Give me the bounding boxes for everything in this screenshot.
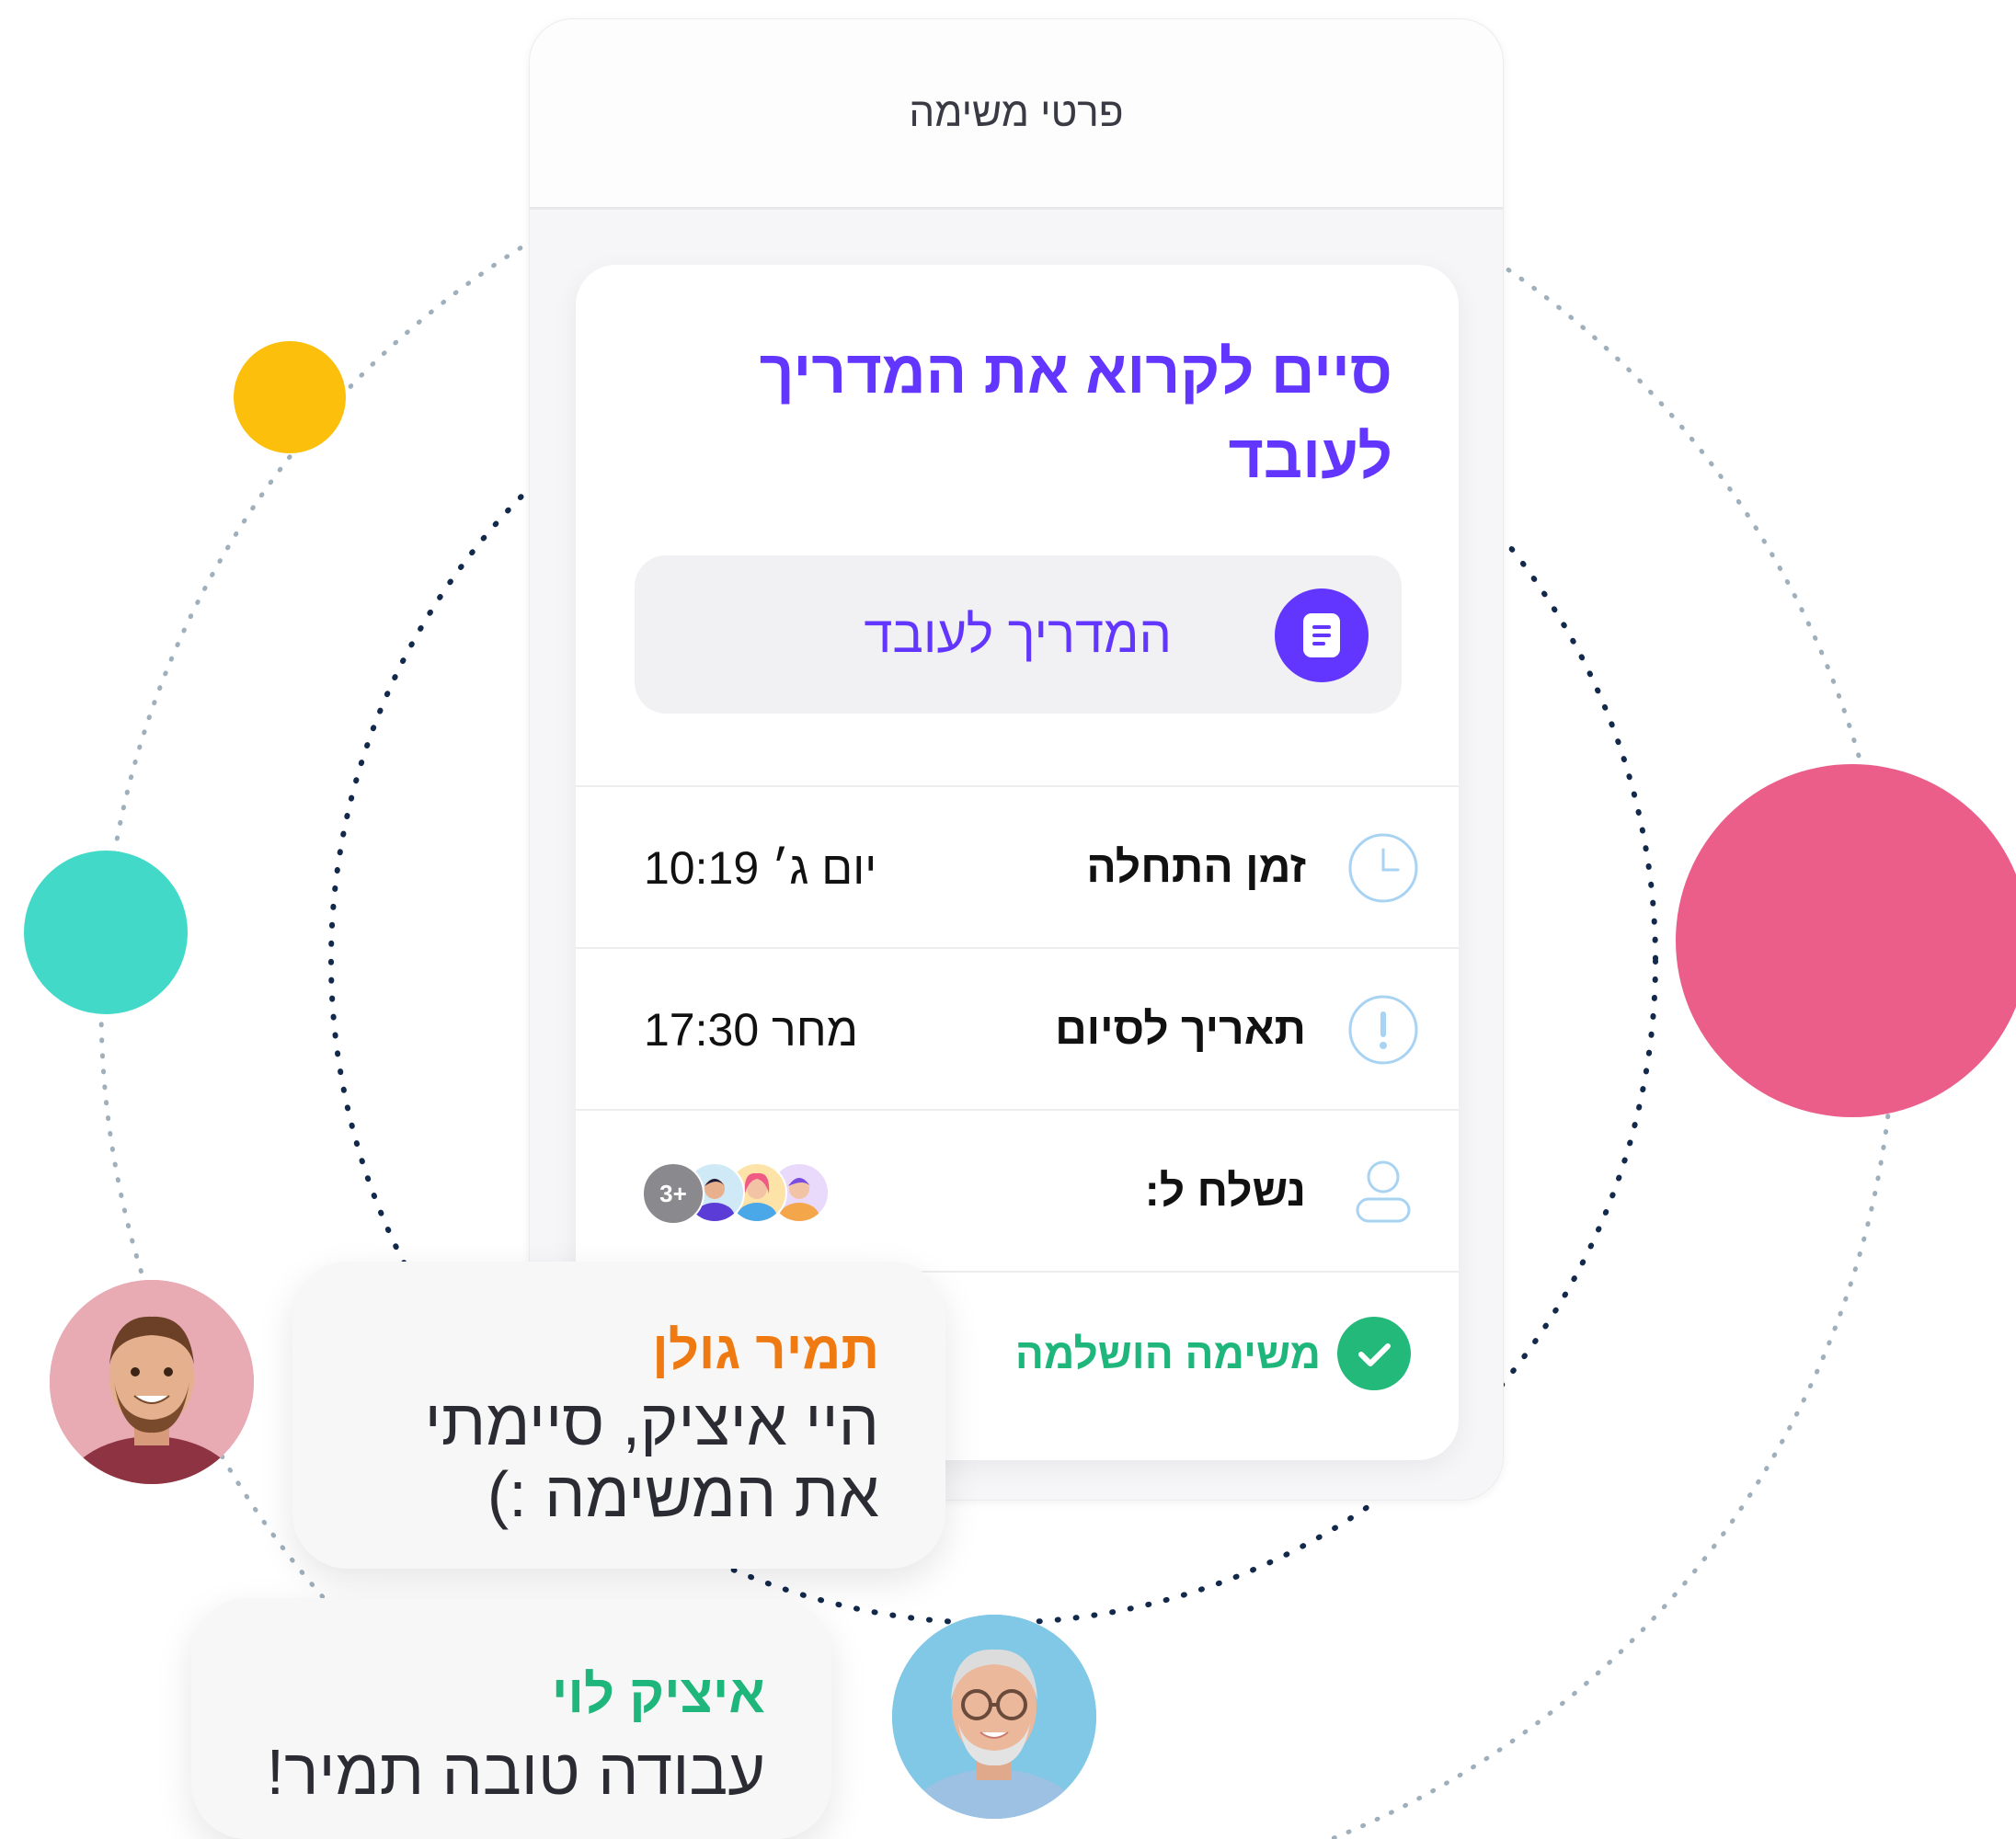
avatar-itzik	[892, 1615, 1096, 1819]
chat-bubble-tamir: תמיר גולן היי איציק, סיימתי את המשימה :)	[292, 1262, 945, 1569]
yellow-dot	[234, 341, 346, 453]
pink-dot	[1676, 764, 2016, 1117]
task-completed-label: משימה הושלמה	[1014, 1330, 1321, 1377]
start-time-row: זמן התחלה יום ג׳ 10:19	[576, 785, 1459, 949]
document-icon	[1275, 588, 1369, 682]
start-time-value: יום ג׳ 10:19	[644, 842, 877, 894]
due-date-value: מחר 17:30	[644, 1004, 858, 1056]
avatar-tamir	[50, 1280, 254, 1484]
clock-icon	[1346, 831, 1420, 905]
more-recipients-badge: 3+	[642, 1162, 704, 1225]
start-time-label: זמן התחלה	[1086, 843, 1306, 892]
due-date-label: תאריך לסיום	[1055, 1005, 1306, 1054]
sent-to-label: נשלח ל:	[1144, 1167, 1306, 1216]
task-title: סיים לקרוא את המדריך לעובד	[759, 337, 1392, 490]
chat-message-text: היי איציק, סיימתי את המשימה :)	[424, 1387, 879, 1530]
chat-message-text: עבודה טובה תמיר!	[266, 1736, 765, 1808]
check-icon	[1337, 1317, 1411, 1390]
recipients-avatars[interactable]: 3+	[642, 1162, 835, 1225]
chat-sender-name: איציק לוי	[551, 1664, 765, 1724]
alert-icon	[1346, 993, 1420, 1067]
chat-bubble-itzik: איציק לוי עבודה טובה תמיר!	[191, 1598, 831, 1839]
attachment-label: המדריך לעובד	[864, 605, 1172, 663]
sent-to-row: נשלח ל: 3+	[576, 1109, 1459, 1273]
due-date-row: תאריך לסיום מחר 17:30	[576, 947, 1459, 1111]
attachment-button[interactable]: המדריך לעובד	[635, 555, 1402, 714]
panel-header: פרטי משימה	[530, 19, 1503, 210]
user-icon	[1346, 1155, 1420, 1228]
teal-dot	[24, 851, 188, 1014]
page-title: פרטי משימה	[909, 90, 1124, 135]
chat-sender-name: תמיר גולן	[652, 1320, 879, 1380]
